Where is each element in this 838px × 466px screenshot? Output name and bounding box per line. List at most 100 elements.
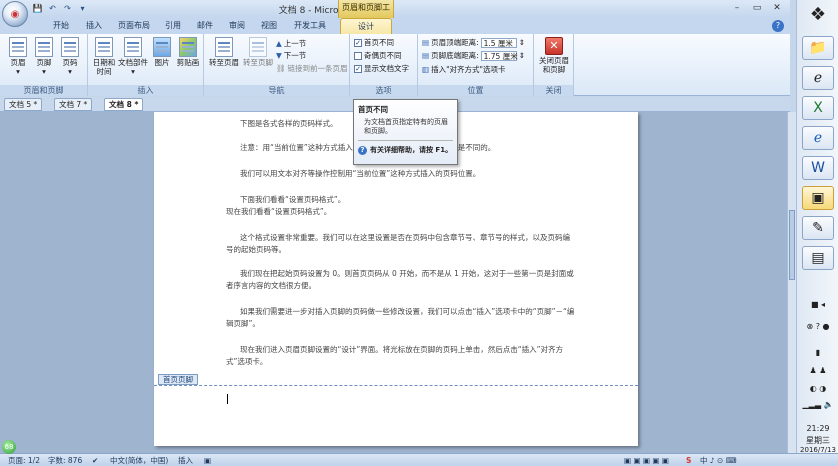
tab-page-layout[interactable]: 页面布局 bbox=[112, 18, 156, 34]
insert-mode[interactable]: 插入 bbox=[178, 455, 193, 466]
page-count[interactable]: 页面: 1/2 bbox=[8, 455, 40, 466]
explorer-icon[interactable]: 📁 bbox=[802, 36, 834, 60]
undo-icon[interactable]: ↶ bbox=[47, 4, 58, 14]
redo-icon[interactable]: ↷ bbox=[62, 4, 73, 14]
sogou-icon[interactable]: S bbox=[686, 455, 691, 466]
group-insert: 日期和 时间 文档部件 ▾ 图片 剪贴画 插入 bbox=[88, 34, 204, 96]
next-section-button[interactable]: ▼ 下一节 bbox=[276, 50, 306, 61]
language-indicator[interactable]: 中文(简体，中国) bbox=[110, 455, 168, 466]
footer-position-icon: ▤ bbox=[422, 51, 430, 60]
group-label: 关闭 bbox=[534, 85, 573, 96]
proofing-icon[interactable]: ✔ bbox=[92, 455, 98, 466]
maximize-button[interactable]: ▭ bbox=[750, 2, 764, 14]
view-buttons[interactable]: ▣ ▣ ▣ ▣ ▣ bbox=[624, 455, 669, 466]
show-document-text-checkbox[interactable]: ✓ 显示文档文字 bbox=[354, 63, 409, 74]
save-icon[interactable]: 💾 bbox=[32, 4, 43, 14]
doc-tab[interactable]: 文档 5 * bbox=[4, 98, 43, 111]
paragraph: 现在我们看看“设置页码格式”。 bbox=[226, 207, 332, 216]
quick-parts-button[interactable]: 文档部件 ▾ bbox=[118, 37, 148, 76]
header-distance-input[interactable]: 1.5 厘米 bbox=[480, 37, 517, 48]
calendar-icon bbox=[95, 37, 113, 57]
tray-icons[interactable]: ⊗ ? ● bbox=[797, 322, 838, 331]
tab-developer[interactable]: 开发工具 bbox=[288, 18, 332, 34]
vertical-scrollbar[interactable] bbox=[787, 112, 796, 453]
spinner-icon[interactable]: ⇕ bbox=[519, 51, 525, 60]
ie-icon-2[interactable]: ℯ bbox=[802, 126, 834, 150]
tray-icons[interactable]: ♟ ♟ bbox=[797, 366, 838, 375]
macro-record-icon[interactable]: ▣ bbox=[204, 455, 211, 466]
tab-references[interactable]: 引用 bbox=[160, 18, 186, 34]
ribbon: 页眉 ▾ 页脚 ▾ 页码 ▾ 页眉和页脚 日期和 时间 文档部件 ▾ 图片 剪贴画 插入… bbox=[0, 34, 790, 96]
spinner-icon[interactable]: ⇕ bbox=[519, 38, 525, 47]
customize-qat-icon[interactable]: ▾ bbox=[77, 4, 88, 14]
ime-toolbar[interactable]: 中 ♪ ⊙ ⌨ bbox=[700, 455, 737, 466]
footer-region-label: 首页页脚 bbox=[158, 374, 198, 385]
paint-icon[interactable]: ✎ bbox=[802, 216, 834, 240]
clock-time[interactable]: 21:29 bbox=[797, 424, 838, 433]
checked-icon: ✓ bbox=[354, 38, 362, 47]
doc-tab-active[interactable]: 文档 8 * bbox=[104, 98, 144, 111]
tab-mailings[interactable]: 邮件 bbox=[192, 18, 218, 34]
different-first-page-checkbox[interactable]: ✓ 首页不同 bbox=[354, 37, 394, 48]
tooltip-help: ? 有关详细帮助，请按 F1。 bbox=[358, 145, 452, 155]
goto-header-button[interactable]: 转至页眉 bbox=[208, 37, 240, 67]
close-button[interactable]: ✕ bbox=[770, 2, 784, 14]
help-icon: ? bbox=[358, 145, 367, 155]
quick-access-toolbar: 💾 ↶ ↷ ▾ bbox=[32, 3, 88, 15]
tab-insert[interactable]: 插入 bbox=[80, 18, 108, 34]
clip-art-button[interactable]: 剪贴画 bbox=[176, 37, 200, 67]
footer-distance-input[interactable]: 1.75 厘米 bbox=[480, 50, 518, 61]
date-time-button[interactable]: 日期和 时间 bbox=[91, 37, 117, 76]
close-header-footer-button[interactable]: ✕ 关闭页眉 和页脚 bbox=[536, 37, 572, 74]
previous-section-button[interactable]: ▲ 上一节 bbox=[276, 38, 306, 49]
tab-home[interactable]: 开始 bbox=[46, 18, 76, 34]
notification-badge[interactable]: 68 bbox=[2, 440, 16, 454]
ie-icon[interactable]: ℯ bbox=[802, 66, 834, 90]
tab-view[interactable]: 视图 bbox=[256, 18, 282, 34]
link-to-previous-button[interactable]: ⛓ 链接到前一条页眉 bbox=[276, 63, 348, 74]
windows-start-icon[interactable]: ❖ bbox=[802, 4, 834, 28]
close-icon: ✕ bbox=[545, 37, 563, 55]
picture-button[interactable]: 图片 bbox=[150, 37, 174, 67]
header-distance-field: ▤ 页眉顶端距离: 1.5 厘米 ⇕ bbox=[422, 37, 525, 48]
footer-distance-field: ▤ 页脚底端距离: 1.75 厘米 ⇕ bbox=[422, 50, 525, 61]
insert-alignment-tab-button[interactable]: ▥ 插入"对齐方式"选项卡 bbox=[422, 64, 506, 75]
word-count[interactable]: 字数: 876 bbox=[48, 455, 82, 466]
quick-parts-icon bbox=[124, 37, 142, 57]
goto-header-icon bbox=[215, 37, 233, 57]
tray-icons[interactable]: ■ ◂ bbox=[797, 300, 838, 309]
office-button[interactable]: ◉ bbox=[2, 1, 28, 27]
tab-review[interactable]: 审阅 bbox=[224, 18, 250, 34]
clock-weekday: 星期三 bbox=[806, 436, 830, 445]
tooltip: 首页不同 为文档首页指定特有的页眉和页脚。 ? 有关详细帮助，请按 F1。 bbox=[353, 99, 458, 165]
doc-tab[interactable]: 文档 7 * bbox=[54, 98, 93, 111]
minimize-button[interactable]: – bbox=[730, 2, 744, 14]
volume-icon[interactable]: ▁▂▃ 🔈 bbox=[797, 400, 838, 409]
paragraph: 我们可以用文本对齐等操作控制用“当前位置”这种方式插入的页码位置。 bbox=[240, 169, 481, 178]
help-icon[interactable]: ? bbox=[772, 20, 784, 32]
tray-icons[interactable]: ◐ ◑ bbox=[797, 384, 838, 393]
footer-button[interactable]: 页脚 ▾ bbox=[32, 37, 56, 76]
header-button[interactable]: 页眉 ▾ bbox=[6, 37, 30, 76]
page-number-button[interactable]: 页码 ▾ bbox=[58, 37, 82, 76]
footer-divider bbox=[154, 385, 638, 386]
different-odd-even-checkbox[interactable]: 奇偶页不同 bbox=[354, 50, 402, 61]
picture-icon bbox=[153, 37, 171, 57]
excel-icon[interactable]: X bbox=[802, 96, 834, 120]
goto-footer-icon bbox=[249, 37, 267, 57]
checked-icon: ✓ bbox=[354, 64, 362, 73]
paragraph: 下面我们看看“设置页码格式”。 bbox=[240, 195, 346, 204]
word-icon[interactable]: W bbox=[802, 156, 834, 180]
goto-footer-button[interactable]: 转至页脚 bbox=[242, 37, 274, 67]
tooltip-divider bbox=[358, 140, 453, 141]
scrollbar-thumb[interactable] bbox=[789, 210, 795, 280]
app-icon[interactable]: ▤ bbox=[802, 246, 834, 270]
paragraph: 如果我们需要进一步对插入页脚的页码做一些修改设置，我们可以点击“插入”选项卡中的… bbox=[226, 307, 575, 328]
tooltip-description: 为文档首页指定特有的页眉和页脚。 bbox=[364, 118, 448, 135]
group-label: 页眉和页脚 bbox=[0, 85, 87, 96]
ribbon-tabs: 开始 插入 页面布局 引用 邮件 审阅 视图 开发工具 设计 ? bbox=[0, 18, 790, 34]
active-app-icon[interactable]: ▣ bbox=[802, 186, 834, 210]
tray-icons[interactable]: ▮ bbox=[797, 348, 838, 357]
unchecked-icon bbox=[354, 51, 362, 60]
tab-design[interactable]: 设计 bbox=[340, 18, 392, 34]
